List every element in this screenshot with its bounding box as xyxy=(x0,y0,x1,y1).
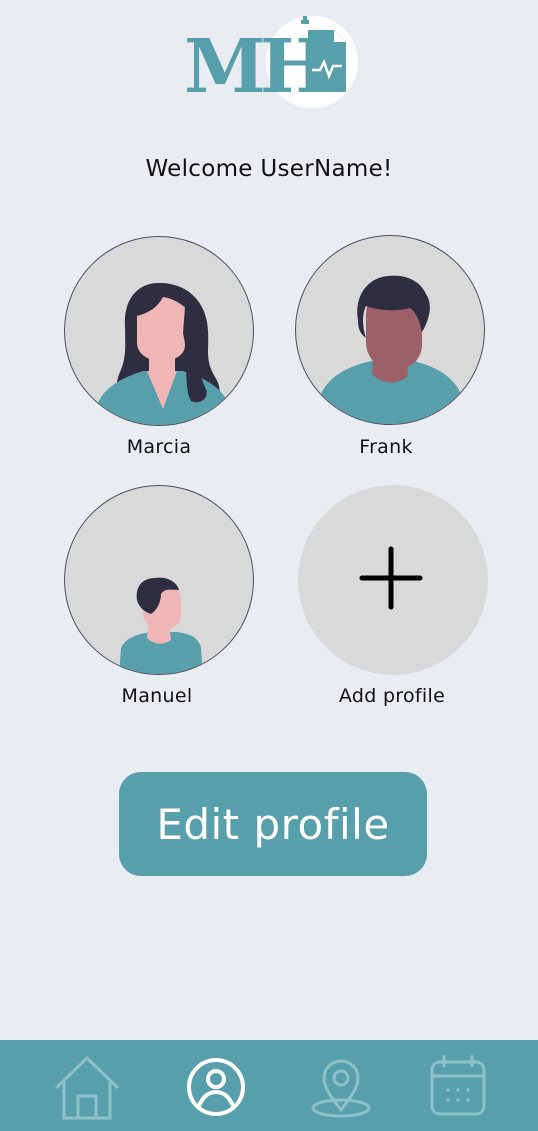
edit-profile-button[interactable]: Edit profile xyxy=(119,772,427,876)
profile-avatar-marcia[interactable] xyxy=(64,236,254,426)
logo-text: MH xyxy=(184,24,327,108)
profile-avatar-manuel[interactable] xyxy=(64,485,254,675)
add-profile-label: Add profile xyxy=(338,685,446,707)
nav-location[interactable] xyxy=(296,1040,386,1131)
man-avatar-icon xyxy=(316,275,466,424)
user-circle-icon xyxy=(187,1058,245,1116)
boy-avatar-icon xyxy=(119,577,203,674)
profile-name-manuel: Manuel xyxy=(121,685,193,707)
bottom-nav-bar xyxy=(0,1040,538,1131)
nav-home[interactable] xyxy=(42,1040,132,1131)
nav-profile[interactable] xyxy=(171,1040,261,1131)
profile-avatar-frank[interactable] xyxy=(295,235,485,425)
nav-calendar[interactable] xyxy=(413,1040,503,1131)
add-profile-button[interactable] xyxy=(298,485,488,675)
profile-name-frank: Frank xyxy=(359,436,413,458)
woman-avatar-icon xyxy=(97,282,229,425)
location-pin-icon xyxy=(311,1059,371,1118)
calendar-icon xyxy=(430,1055,486,1116)
plus-icon xyxy=(359,546,423,610)
welcome-message: Welcome UserName! xyxy=(145,156,393,182)
app-logo: MH xyxy=(184,16,360,110)
home-icon xyxy=(54,1056,120,1120)
profile-name-marcia: Marcia xyxy=(126,436,192,458)
